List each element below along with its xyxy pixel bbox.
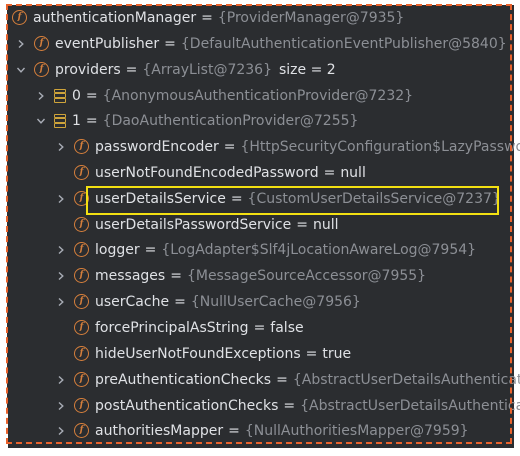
variable-name: logger (95, 241, 140, 258)
variable-value: {DaoAuthenticationProvider@7255} (102, 112, 359, 129)
variable-name: userDetailsPasswordService (95, 216, 292, 233)
variable-value: {ArrayList@7236} (142, 61, 272, 78)
field-icon: f (74, 423, 89, 438)
variable-value: null (340, 164, 366, 181)
chevron-right-icon[interactable] (54, 243, 68, 257)
field-icon: f (12, 10, 27, 25)
equals-sign: = (276, 371, 288, 388)
chevron-down-icon[interactable] (14, 63, 28, 77)
tree-row[interactable]: f userNotFoundEncodedPassword = null (0, 160, 520, 185)
variable-value: {AbstractUserDetailsAuthenticat (300, 397, 520, 414)
variable-value: {ProviderManager@7935} (217, 9, 405, 26)
variable-value: {CustomUserDetailsService@7237} (247, 190, 501, 207)
equals-sign: = (253, 319, 266, 336)
variable-name: hideUserNotFoundExceptions (95, 345, 301, 362)
tree-row[interactable]: 0 = {AnonymousAuthenticationProvider@7232} (0, 83, 520, 108)
equals-sign: = (230, 190, 243, 207)
chevron-right-icon[interactable] (54, 295, 68, 309)
array-element-icon (54, 113, 66, 128)
tree-row[interactable]: f userCache = {NullUserCache@7956} (0, 289, 520, 314)
field-icon: f (74, 191, 89, 206)
variable-value: {HttpSecurityConfiguration$LazyPasswo (240, 138, 520, 155)
variable-value: {AbstractUserDetailsAuthenticatio (292, 371, 520, 388)
equals-sign: = (85, 112, 98, 129)
array-element-icon (54, 88, 66, 103)
variable-name: userNotFoundEncodedPassword (95, 164, 319, 181)
variable-name: userDetailsService (95, 190, 226, 207)
variable-name: eventPublisher (55, 35, 160, 52)
field-icon: f (34, 62, 49, 77)
equals-sign: = (164, 35, 176, 52)
variable-value: {MessageSourceAccessor@7955} (186, 267, 427, 284)
field-icon: f (74, 165, 89, 180)
tree-row[interactable]: f postAuthenticationChecks = {AbstractUserD… (0, 393, 520, 418)
equals-sign: = (223, 138, 236, 155)
variable-value: {DefaultAuthenticationEventPublisher@584… (180, 35, 507, 52)
chevron-right-icon[interactable] (34, 89, 48, 103)
variable-value: {LogAdapter$Slf4jLocationAwareLog@7954} (161, 241, 477, 258)
equals-sign: = (228, 422, 240, 439)
equals-sign: = (323, 164, 336, 181)
variable-name: userCache (95, 293, 170, 310)
chevron-right-icon[interactable] (54, 373, 68, 387)
chevron-down-icon[interactable] (34, 114, 48, 128)
field-icon: f (74, 217, 89, 232)
variable-name: messages (95, 267, 166, 284)
chevron-right-icon[interactable] (54, 424, 68, 438)
tree-row[interactable]: f userDetailsPasswordService = null (0, 212, 520, 237)
variable-value: false (270, 319, 304, 336)
chevron-right-icon[interactable] (54, 192, 68, 206)
field-icon: f (74, 398, 89, 413)
collection-size: size = 2 (278, 61, 336, 78)
chevron-right-icon[interactable] (14, 37, 28, 51)
variable-name: providers (55, 61, 121, 78)
chevron-right-icon[interactable] (54, 140, 68, 154)
tree-row[interactable]: f eventPublisher = {DefaultAuthenticationEv… (0, 31, 520, 56)
variable-name: 0 (72, 87, 81, 104)
tree-row[interactable]: f forcePrincipalAsString = false (0, 315, 520, 340)
chevron-right-icon[interactable] (54, 399, 68, 413)
equals-sign: = (296, 216, 308, 233)
tree-row[interactable]: f messages = {MessageSourceAccessor@7955} (0, 263, 520, 288)
variable-value: {NullUserCache@7956} (190, 293, 361, 310)
tree-row[interactable]: f authenticationManager = {ProviderManager@… (0, 5, 520, 30)
variable-value: null (312, 216, 339, 233)
tree-row[interactable]: f authoritiesMapper = {NullAuthoritiesMappe… (0, 418, 520, 443)
variable-name: forcePrincipalAsString (95, 319, 249, 336)
variable-value: {AnonymousAuthenticationProvider@7232} (102, 87, 414, 104)
field-icon: f (74, 320, 89, 335)
variable-name: postAuthenticationChecks (95, 397, 279, 414)
debugger-variables-panel: f authenticationManager = {ProviderManager@… (0, 0, 520, 456)
tree-row[interactable]: f userDetailsService = {CustomUserDetailsSe… (0, 186, 520, 211)
equals-sign: = (201, 9, 213, 26)
field-icon: f (74, 268, 89, 283)
variable-name: passwordEncoder (95, 138, 219, 155)
variable-name: preAuthenticationChecks (95, 371, 272, 388)
equals-sign: = (283, 397, 296, 414)
equals-sign: = (144, 241, 157, 258)
variable-value: true (322, 345, 352, 362)
equals-sign: = (85, 87, 98, 104)
equals-sign: = (174, 293, 186, 310)
field-icon: f (74, 372, 89, 387)
tree-row[interactable]: f passwordEncoder = {HttpSecurityConfigurat… (0, 134, 520, 159)
field-icon: f (74, 242, 89, 257)
field-icon: f (74, 294, 89, 309)
equals-sign: = (125, 61, 138, 78)
tree-row[interactable]: 1 = {DaoAuthenticationProvider@7255} (0, 108, 520, 133)
field-icon: f (34, 36, 49, 51)
equals-sign: = (305, 345, 318, 362)
equals-sign: = (170, 267, 182, 284)
tree-row[interactable]: f logger = {LogAdapter$Slf4jLocationAwareLo… (0, 237, 520, 262)
field-icon: f (74, 139, 89, 154)
variable-name: 1 (72, 112, 81, 129)
tree-row[interactable]: f providers = {ArrayList@7236} size = 2 (0, 57, 520, 82)
variable-value: {NullAuthoritiesMapper@7959} (244, 422, 469, 439)
tree-row[interactable]: f preAuthenticationChecks = {AbstractUserDe… (0, 367, 520, 392)
variable-name: authoritiesMapper (95, 422, 224, 439)
tree-row[interactable]: f hideUserNotFoundExceptions = true (0, 341, 520, 366)
variable-name: authenticationManager (33, 9, 197, 26)
field-icon: f (74, 346, 89, 361)
chevron-right-icon[interactable] (54, 269, 68, 283)
